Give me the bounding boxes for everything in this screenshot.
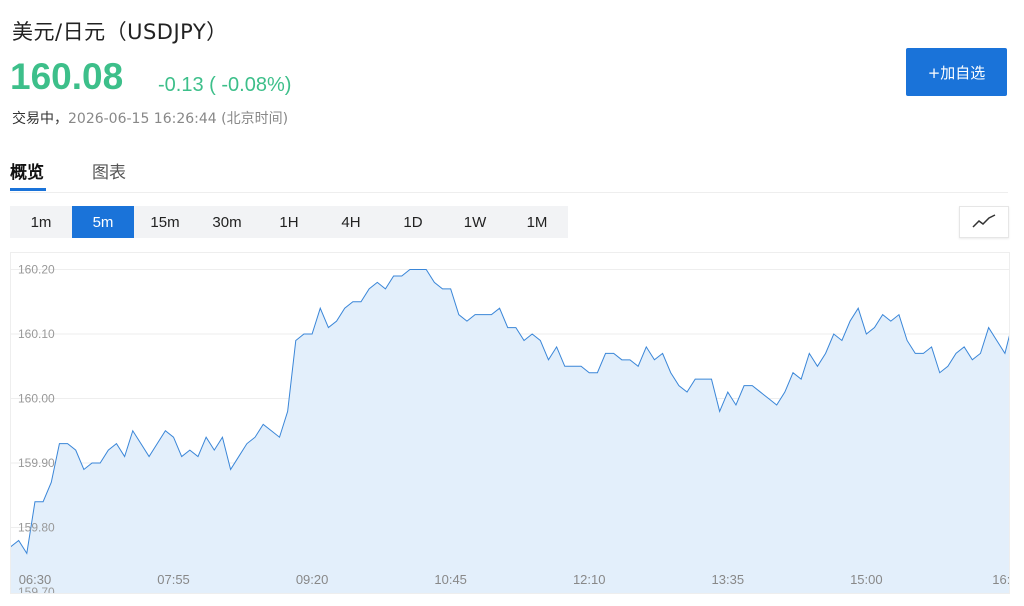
x-tick-label: 06:30 bbox=[19, 572, 52, 587]
price-change: -0.13 ( -0.08%) bbox=[158, 74, 292, 96]
current-price: 160.08 bbox=[10, 56, 124, 97]
x-tick-label: 07:55 bbox=[157, 572, 190, 587]
tab-bar: 概览 图表 bbox=[10, 150, 1008, 193]
price-area bbox=[11, 269, 1009, 593]
y-tick-label: 160.00 bbox=[18, 392, 55, 406]
y-tick-label: 160.20 bbox=[18, 263, 55, 277]
x-tick-label: 16:2 bbox=[992, 572, 1009, 587]
period-1h[interactable]: 1H bbox=[258, 206, 320, 238]
y-tick-label: 159.80 bbox=[18, 521, 55, 535]
period-5m[interactable]: 5m bbox=[72, 206, 134, 238]
x-tick-label: 13:35 bbox=[712, 572, 745, 587]
period-1d[interactable]: 1D bbox=[382, 206, 444, 238]
y-tick-label: 159.90 bbox=[18, 456, 55, 470]
trading-status: 交易中，2026-06-15 16:26:44 (北京时间) bbox=[12, 108, 288, 128]
period-1m[interactable]: 1m bbox=[10, 206, 72, 238]
status-timestamp: 2026-06-15 16:26:44 (北京时间) bbox=[68, 111, 289, 127]
period-15m[interactable]: 15m bbox=[134, 206, 196, 238]
x-tick-label: 09:20 bbox=[296, 572, 329, 587]
add-to-watchlist-button[interactable]: +加自选 bbox=[906, 48, 1007, 96]
x-tick-label: 12:10 bbox=[573, 572, 606, 587]
instrument-title: 美元/日元（USDJPY） bbox=[12, 20, 228, 44]
y-tick-label: 160.10 bbox=[18, 327, 55, 341]
tab-charts[interactable]: 图表 bbox=[92, 158, 126, 183]
price-chart-svg: 160.20160.10160.00159.90159.80159.7006:3… bbox=[11, 263, 1009, 593]
period-1mo[interactable]: 1M bbox=[506, 206, 568, 238]
period-30m[interactable]: 30m bbox=[196, 206, 258, 238]
chart-type-button[interactable] bbox=[959, 206, 1009, 238]
status-label: 交易中， bbox=[12, 111, 68, 127]
x-tick-label: 10:45 bbox=[434, 572, 467, 587]
active-tab-indicator bbox=[10, 188, 46, 191]
period-selector: 1m 5m 15m 30m 1H 4H 1D 1W 1M bbox=[10, 206, 568, 238]
line-chart-icon bbox=[972, 214, 996, 228]
price-chart: 160.20 160.10 160.00 159.90 159.80 159.70 06:3… bbox=[10, 252, 1010, 594]
period-4h[interactable]: 4H bbox=[320, 206, 382, 238]
tab-overview[interactable]: 概览 bbox=[10, 158, 44, 183]
x-tick-label: 15:00 bbox=[850, 572, 883, 587]
period-1w[interactable]: 1W bbox=[444, 206, 506, 238]
